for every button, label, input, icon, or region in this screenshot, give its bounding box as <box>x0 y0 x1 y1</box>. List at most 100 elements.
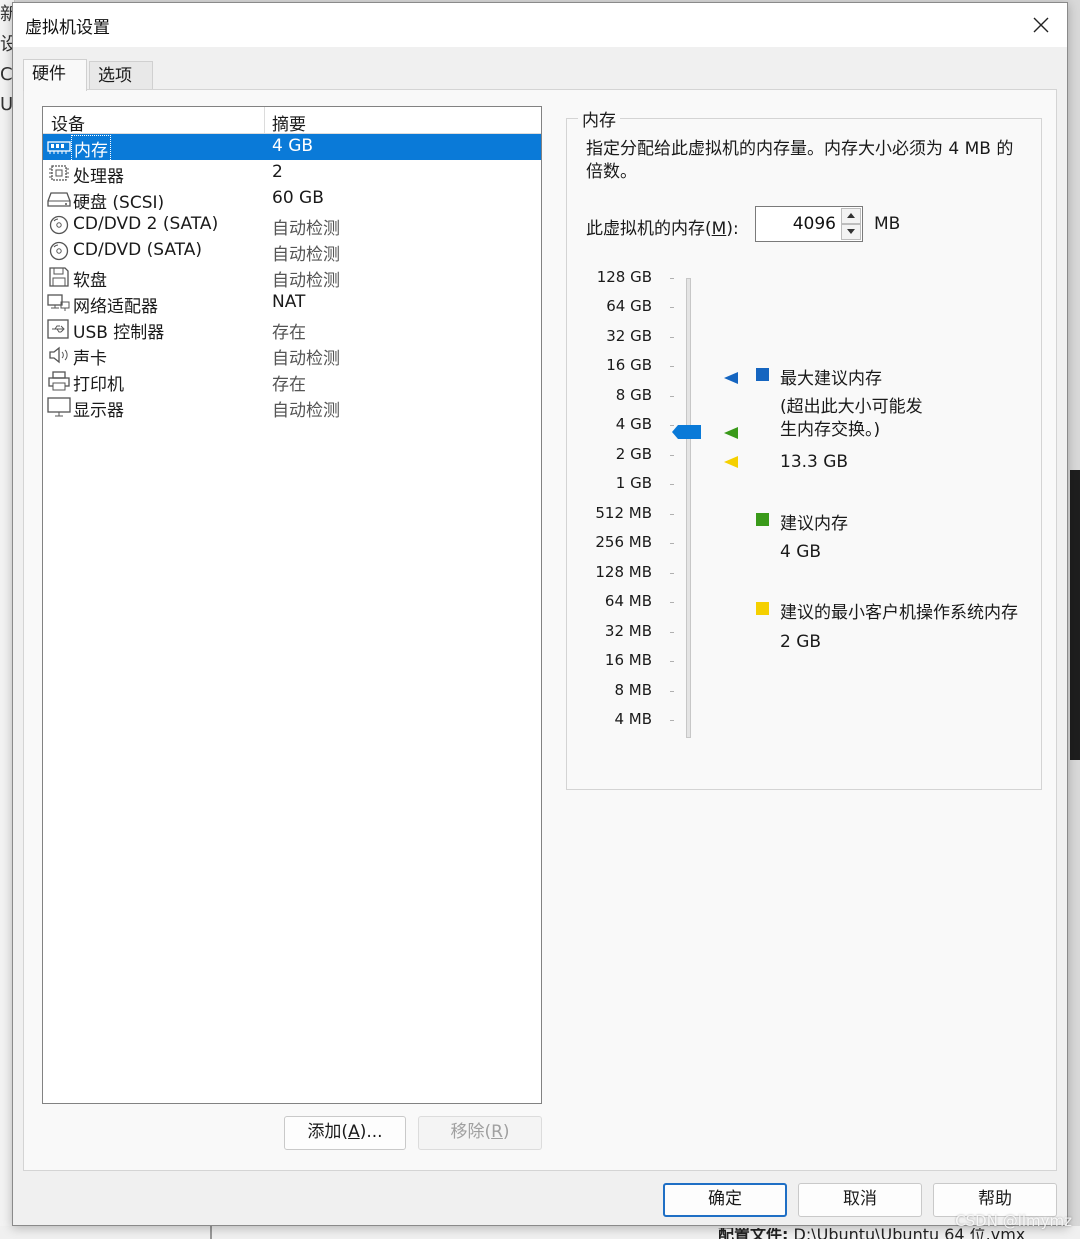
device-list-header: 设备 摘要 <box>43 107 541 135</box>
device-row-usb-controller[interactable]: USB 控制器 存在 <box>43 316 541 343</box>
network-adapter-icon <box>47 294 70 311</box>
device-list[interactable]: 设备 摘要 内存 4 GB 处理器 2 硬盘 (SCSI) 60 GB CD/D… <box>42 106 542 1104</box>
scale-tick-mark <box>670 395 674 397</box>
device-summary: 存在 <box>272 323 306 343</box>
device-row-sound-card[interactable]: 声卡 自动检测 <box>43 342 541 369</box>
hardware-panel: 设备 摘要 内存 4 GB 处理器 2 硬盘 (SCSI) 60 GB CD/D… <box>23 89 1057 1171</box>
device-row-memory[interactable]: 内存 4 GB <box>43 134 541 162</box>
max-recommended-label: 最大建议内存 <box>780 369 882 389</box>
memory-field-access-key: M <box>711 219 727 239</box>
device-name: 声卡 <box>73 349 107 369</box>
recommended-value: 4 GB <box>780 542 822 562</box>
device-row-printer[interactable]: 打印机 存在 <box>43 368 541 395</box>
device-row-cd-dvd-2[interactable]: CD/DVD 2 (SATA) 自动检测 <box>43 212 541 239</box>
column-header-summary[interactable]: 摘要 <box>272 110 306 135</box>
scale-tick-label: 4 MB <box>614 710 652 729</box>
column-separator[interactable] <box>264 107 265 133</box>
device-row-network-adapter[interactable]: 网络适配器 NAT <box>43 290 541 317</box>
memory-slider-thumb[interactable] <box>672 424 702 440</box>
background-config-label: 配置文件: <box>718 1228 789 1239</box>
device-name: 软盘 <box>73 271 107 291</box>
max-recommended-marker-icon <box>724 372 738 384</box>
device-summary: 自动检测 <box>272 349 340 369</box>
scale-tick-label: 128 MB <box>595 562 652 581</box>
memory-input[interactable] <box>764 207 836 241</box>
scale-tick-label: 8 GB <box>615 385 652 404</box>
scale-tick-label: 16 MB <box>604 651 652 670</box>
scale-tick-label: 16 GB <box>606 356 652 375</box>
scale-tick-label: 512 MB <box>595 503 652 522</box>
device-summary: 自动检测 <box>272 219 340 239</box>
device-summary: 自动检测 <box>272 401 340 421</box>
max-recommended-note: (超出此大小可能发生内存交换。) <box>780 397 923 440</box>
scale-tick-mark <box>670 278 674 279</box>
add-button-access-key: A <box>348 1122 360 1142</box>
max-recommended-swatch <box>756 368 769 381</box>
memory-field-label: 此虚拟机的内存(M): <box>586 214 739 239</box>
spin-down-button[interactable] <box>841 224 861 240</box>
scale-tick-label: 256 MB <box>595 533 652 552</box>
device-summary: 自动检测 <box>272 245 340 265</box>
min-guest-label: 建议的最小客户机操作系统内存 <box>780 603 1018 623</box>
memory-field-label-text: 此虚拟机的内存( <box>586 219 712 239</box>
scale-tick-mark <box>670 661 674 663</box>
scale-tick-mark <box>670 513 674 515</box>
remove-device-button[interactable]: 移除(R) <box>418 1116 542 1150</box>
device-name: 打印机 <box>73 375 124 395</box>
cancel-button[interactable]: 取消 <box>798 1183 922 1217</box>
device-row-floppy[interactable]: 软盘 自动检测 <box>43 264 541 291</box>
device-name: 显示器 <box>73 401 124 421</box>
memory-field-label-tail: ): <box>726 219 739 239</box>
device-summary: 60 GB <box>272 188 324 208</box>
memory-slider-track[interactable] <box>686 278 691 738</box>
device-summary: 自动检测 <box>272 271 340 291</box>
max-recommended-value: 13.3 GB <box>780 452 849 472</box>
device-name: CD/DVD (SATA) <box>73 240 202 260</box>
memory-spinbox[interactable] <box>755 206 863 242</box>
scale-tick-label: 64 MB <box>604 592 652 611</box>
scale-tick-mark <box>670 631 674 633</box>
scale-tick-label: 64 GB <box>606 297 652 316</box>
tab-options[interactable]: 选项 <box>89 61 153 89</box>
device-summary: 4 GB <box>272 136 314 156</box>
device-name: 处理器 <box>73 167 124 187</box>
device-row-cd-dvd[interactable]: CD/DVD (SATA) 自动检测 <box>43 238 541 265</box>
device-name: 硬盘 (SCSI) <box>73 193 165 213</box>
background-divider <box>210 1226 212 1239</box>
device-row-processor[interactable]: 处理器 2 <box>43 160 541 187</box>
memory-icon <box>47 141 71 154</box>
recommended-swatch <box>756 513 769 526</box>
cd-dvd-icon <box>49 215 69 235</box>
add-device-button[interactable]: 添加(A)... <box>284 1116 406 1150</box>
column-header-device[interactable]: 设备 <box>51 110 85 135</box>
title-bar[interactable]: 虚拟机设置 <box>13 3 1067 47</box>
device-summary: NAT <box>272 292 306 312</box>
tab-hardware[interactable]: 硬件 <box>23 59 87 91</box>
device-summary: 2 <box>272 162 283 182</box>
display-icon <box>47 397 71 417</box>
scale-tick-mark <box>670 720 674 722</box>
usb-icon <box>47 319 69 339</box>
remove-button-access-key: R <box>491 1122 503 1142</box>
floppy-icon <box>49 267 69 287</box>
scale-tick-mark <box>670 366 674 368</box>
scale-tick-mark <box>670 307 674 309</box>
scale-tick-label: 4 GB <box>615 415 652 434</box>
device-row-hard-disk[interactable]: 硬盘 (SCSI) 60 GB <box>43 186 541 213</box>
add-button-tail: )... <box>359 1122 383 1142</box>
vm-settings-dialog: 虚拟机设置 硬件 选项 设备 摘要 内存 4 GB 处理器 2 硬盘 (SCSI… <box>12 2 1068 1226</box>
device-row-display[interactable]: 显示器 自动检测 <box>43 394 541 421</box>
min-guest-value: 2 GB <box>780 632 822 652</box>
close-button[interactable] <box>1021 7 1061 43</box>
min-guest-marker-icon <box>724 456 738 468</box>
close-icon <box>1033 17 1049 33</box>
scale-tick-label: 32 MB <box>604 621 652 640</box>
memory-unit: MB <box>874 214 901 234</box>
min-guest-swatch <box>756 602 769 615</box>
spin-up-button[interactable] <box>841 208 861 224</box>
scale-tick-label: 128 GB <box>596 268 652 286</box>
chevron-up-icon <box>847 213 855 218</box>
scale-tick-mark <box>670 336 674 338</box>
ok-button[interactable]: 确定 <box>663 1183 787 1217</box>
processor-icon <box>49 165 69 181</box>
